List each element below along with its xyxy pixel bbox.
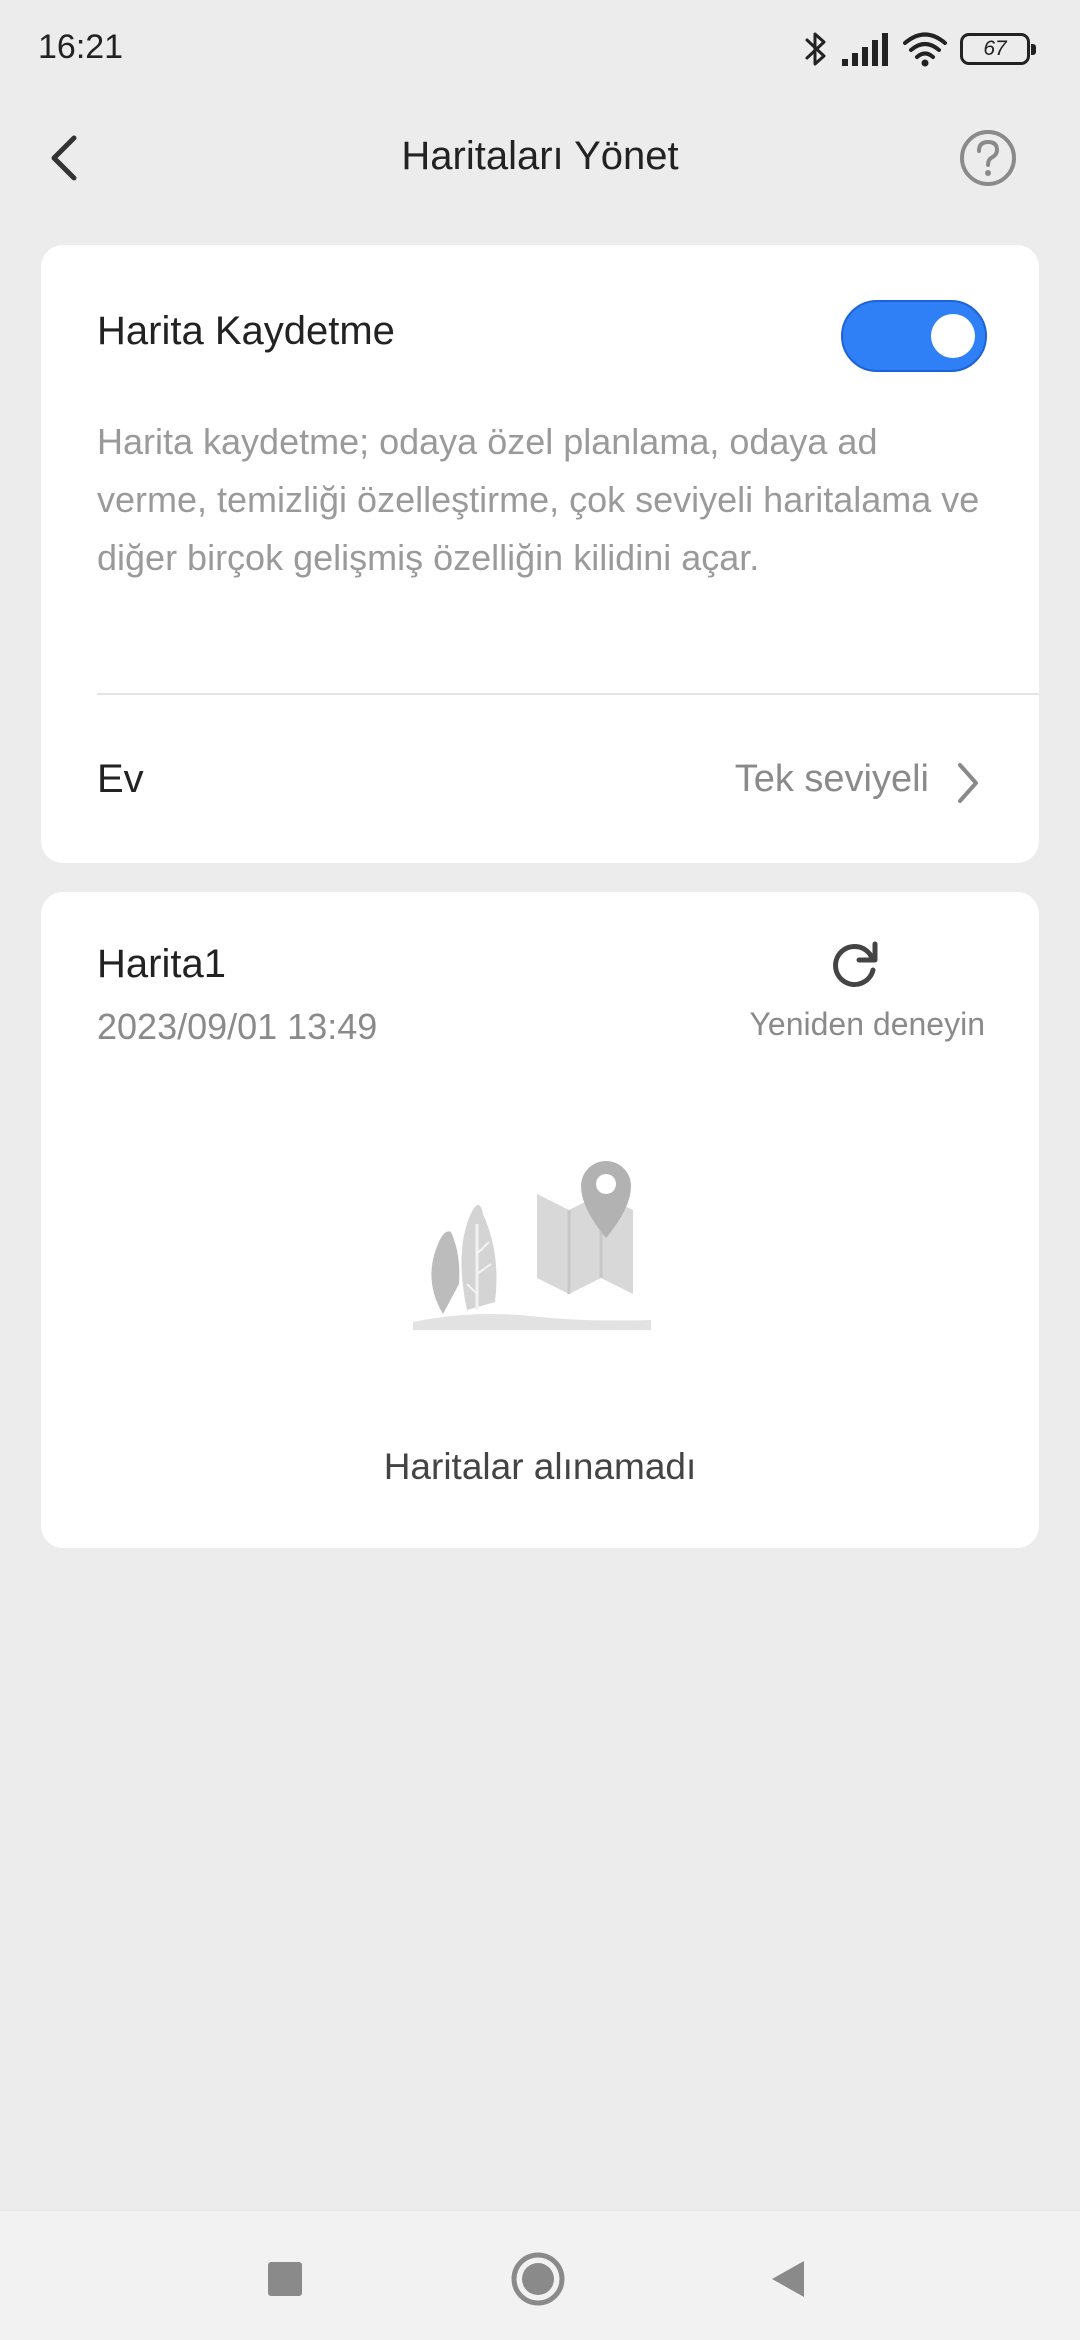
header: Haritaları Yönet: [0, 110, 1080, 206]
map-placeholder-illustration: [413, 1161, 651, 1330]
status-icons: 67: [804, 26, 1036, 72]
recent-apps-button[interactable]: [255, 2249, 315, 2309]
nav-back-button[interactable]: [760, 2249, 820, 2309]
home-level-value: Tek seviyeli: [734, 758, 929, 800]
home-row[interactable]: Ev Tek seviyeli: [41, 695, 1039, 863]
retry-button[interactable]: Yeniden deneyin: [725, 934, 985, 1054]
map-error-message: Haritalar alınamadı: [383, 1446, 697, 1487]
battery-icon: 67: [960, 33, 1036, 65]
map-card: Harita1 2023/09/01 13:49 Yeniden deneyin…: [41, 892, 1039, 1548]
map-saving-description: Harita kaydetme; odaya özel planlama, od…: [97, 421, 980, 578]
status-bar: 16:21 67: [0, 0, 1080, 96]
map-saving-toggle[interactable]: [841, 300, 987, 372]
map-date: 2023/09/01 13:49: [97, 1006, 378, 1047]
question-circle-icon: [960, 130, 1016, 186]
chevron-right-icon: [958, 763, 978, 803]
triangle-back-icon: [772, 2261, 804, 2297]
status-time: 16:21: [38, 28, 124, 66]
home-button[interactable]: [508, 2249, 568, 2309]
help-button[interactable]: [958, 128, 1018, 188]
system-nav-bar: [0, 2210, 1080, 2340]
wifi-icon: [903, 32, 947, 67]
toggle-knob: [931, 314, 975, 358]
page-title: Haritaları Yönet: [401, 134, 679, 178]
retry-label: Yeniden deneyin: [749, 1006, 985, 1042]
home-label: Ev: [97, 757, 144, 801]
square-recent-icon: [268, 2262, 302, 2296]
map-name: Harita1: [97, 942, 226, 986]
screen: 16:21 67 Haritaları Yönet Harita Kaydetm…: [0, 0, 1080, 2340]
map-saving-label: Harita Kaydetme: [97, 309, 395, 353]
battery-level: 67: [983, 37, 1007, 60]
refresh-icon: [833, 941, 878, 987]
signal-icon: [842, 33, 888, 66]
circle-home-icon: [511, 2252, 565, 2306]
bluetooth-icon: [805, 32, 826, 66]
map-settings-card: Harita Kaydetme Harita kaydetme; odaya ö…: [41, 245, 1039, 863]
